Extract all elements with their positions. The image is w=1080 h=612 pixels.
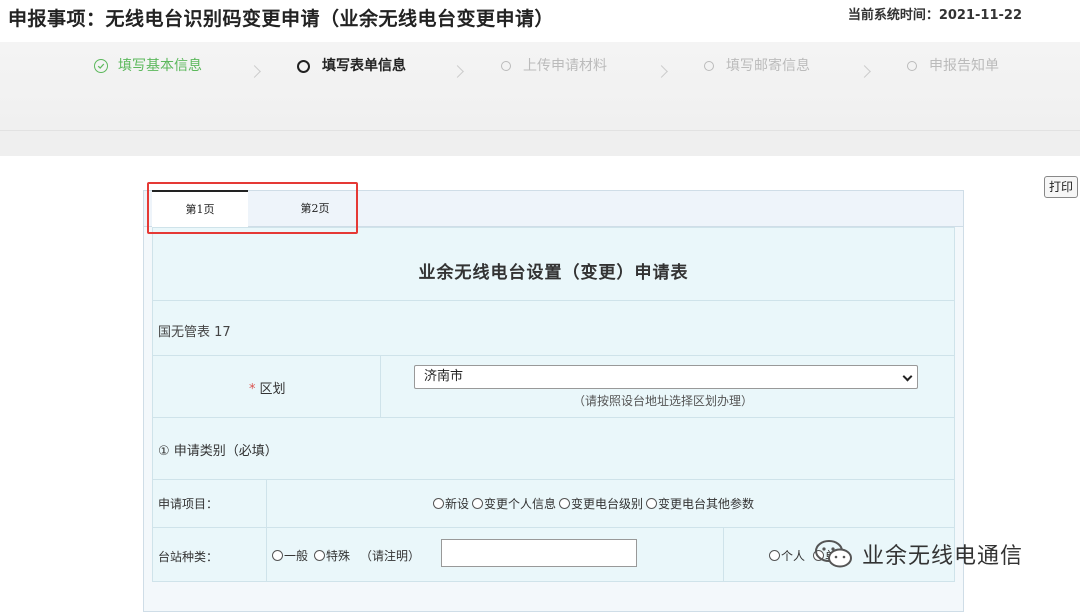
application-form: 业余无线电台设置（变更）申请表 国无管表 17 * 区划 济南市 （请按照设台地址…	[152, 227, 955, 582]
form-title-row: 业余无线电台设置（变更）申请表	[153, 228, 954, 301]
radio-circle-icon	[646, 498, 658, 509]
step-label: 上传申请材料	[523, 58, 607, 74]
station-type-radios: 一般 特殊 （请注明）	[272, 547, 420, 564]
step-label: 填写表单信息	[322, 58, 406, 74]
special-note-input[interactable]	[441, 539, 637, 567]
region-row: * 区划 济南市 （请按照设台地址选择区划办理）	[153, 356, 954, 418]
system-time-label: 当前系统时间：	[847, 8, 939, 23]
chevron-right-icon	[248, 65, 261, 78]
apply-item-row: 申请项目： 新设 变更个人信息 变更电台级别 变更电台其他参数	[153, 480, 954, 528]
step-notice[interactable]: 申报告知单	[907, 57, 1039, 75]
radio-label: 个人	[781, 549, 806, 563]
watermark-text: 业余无线电通信	[862, 544, 1024, 569]
step-label: 申报告知单	[929, 58, 999, 74]
station-type-label-cell: 台站种类：	[153, 528, 267, 581]
circle-icon	[501, 61, 511, 71]
page-title: 申报事项：无线电台识别码变更申请（业余无线电台变更申请）	[8, 8, 555, 30]
radio-circle-icon	[472, 498, 484, 509]
radio-label: 新设	[445, 497, 470, 511]
chevron-right-icon	[451, 65, 464, 78]
radio-circle-icon	[433, 498, 444, 509]
apply-item-radios: 新设 变更个人信息 变更电台级别 变更电台其他参数	[433, 495, 757, 512]
radio-general[interactable]: 一般	[272, 547, 308, 564]
circle-icon	[704, 61, 714, 71]
region-label-cell: * 区划	[153, 356, 381, 417]
tab-page-2[interactable]: 第2页	[267, 191, 363, 226]
radio-individual[interactable]: 个人	[769, 547, 805, 564]
required-mark: *	[249, 382, 256, 397]
doc-number-row: 国无管表 17	[153, 301, 954, 356]
doc-number: 国无管表 17	[158, 325, 231, 340]
radio-change-other-params[interactable]: 变更电台其他参数	[646, 495, 754, 512]
region-select[interactable]: 济南市	[414, 365, 918, 389]
radio-label: 变更个人信息	[484, 497, 557, 511]
step-form-info[interactable]: 填写表单信息	[297, 57, 406, 75]
radio-label: 特殊	[326, 549, 351, 563]
radio-new[interactable]: 新设	[433, 495, 469, 512]
tab-page-1[interactable]: 第1页	[152, 190, 248, 227]
form-title: 业余无线电台设置（变更）申请表	[418, 263, 689, 283]
tab-bar: 第1页 第2页	[144, 190, 963, 227]
region-hint: （请按照设台地址选择区划办理）	[573, 394, 754, 408]
circle-icon	[907, 61, 917, 71]
chevron-right-icon	[655, 65, 668, 78]
system-time-value: 2021-11-22	[938, 8, 1022, 23]
wechat-icon	[815, 540, 852, 568]
step-mailing-info[interactable]: 填写邮寄信息	[704, 57, 810, 75]
separator-band	[0, 131, 1080, 156]
radio-circle-icon	[272, 550, 283, 561]
radio-label: 变更电台其他参数	[658, 497, 755, 511]
radio-circle-icon	[769, 550, 780, 561]
chevron-down-icon	[902, 371, 913, 382]
chevron-right-icon	[858, 65, 871, 78]
radio-change-station-level[interactable]: 变更电台级别	[559, 495, 643, 512]
region-selected-value: 济南市	[424, 369, 464, 384]
region-label: 区划	[259, 382, 286, 397]
radio-label: 一般	[284, 549, 309, 563]
step-basic-info[interactable]: 填写基本信息	[94, 57, 202, 75]
station-type-label: 台站种类：	[158, 550, 219, 564]
radio-label: 变更电台级别	[571, 497, 644, 511]
progress-steps: 填写基本信息 填写表单信息 上传申请材料 填写邮寄信息 申报告知单	[0, 42, 1080, 131]
step-label: 填写基本信息	[118, 58, 202, 74]
special-note: （请注明）	[360, 549, 421, 563]
check-circle-icon	[94, 59, 108, 73]
apply-item-label-cell: 申请项目：	[153, 480, 267, 527]
cell-divider	[723, 528, 724, 581]
radio-change-personal-info[interactable]: 变更个人信息	[472, 495, 556, 512]
radio-circle-icon	[314, 550, 326, 561]
system-time: 当前系统时间：2021-11-22	[848, 4, 1022, 23]
print-button[interactable]: 打印	[1044, 176, 1078, 198]
section-title: ① 申请类别（必填）	[158, 444, 278, 459]
radio-circle-icon	[559, 498, 571, 509]
circle-icon	[297, 60, 310, 73]
radio-special[interactable]: 特殊	[314, 547, 350, 564]
section-header-row: ① 申请类别（必填）	[153, 418, 954, 480]
apply-item-label: 申请项目：	[158, 497, 219, 511]
step-label: 填写邮寄信息	[726, 58, 810, 74]
watermark: 业余无线电通信	[814, 538, 1023, 570]
step-upload-materials[interactable]: 上传申请材料	[501, 57, 607, 75]
